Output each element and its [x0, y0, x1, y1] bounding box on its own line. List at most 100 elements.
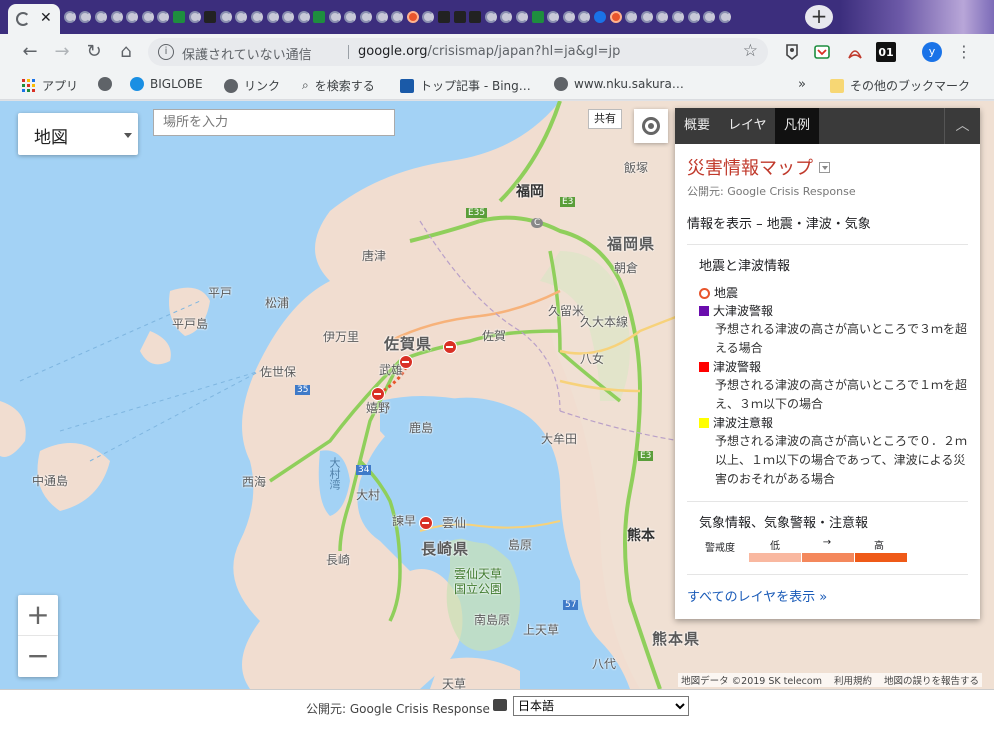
pinned-tab[interactable] [436, 9, 452, 25]
collapse-panel-icon[interactable]: ︿ [944, 108, 980, 144]
pinned-tab[interactable] [249, 9, 265, 25]
pinned-tab[interactable] [561, 9, 577, 25]
globe-icon [554, 77, 568, 91]
report-error-link[interactable]: 地図の誤りを報告する [884, 673, 979, 687]
language-select[interactable]: 日本語 [513, 696, 689, 716]
pinned-tab[interactable] [265, 9, 281, 25]
pinned-tab[interactable] [670, 9, 686, 25]
pinned-tab[interactable] [218, 9, 234, 25]
address-bar[interactable]: i 保護されていない通信 google.org/crisismap/japan?… [148, 38, 768, 66]
pinned-tab[interactable] [530, 9, 546, 25]
reload-icon[interactable]: ↻ [82, 40, 106, 64]
pinned-tab[interactable] [202, 9, 218, 25]
pinned-tab[interactable] [280, 9, 296, 25]
bookmark-globe[interactable] [98, 77, 118, 91]
new-tab-button[interactable]: + [805, 5, 833, 29]
pinned-tab[interactable] [608, 9, 624, 25]
pinned-tab[interactable] [140, 9, 156, 25]
pinned-tab[interactable] [124, 9, 140, 25]
pinned-tab[interactable] [592, 9, 608, 25]
pinned-tab[interactable] [358, 9, 374, 25]
location-search-input[interactable] [153, 109, 395, 136]
tab-favicon-icon [360, 11, 373, 23]
earthquake-marker[interactable] [371, 387, 385, 401]
pinned-tab[interactable] [171, 9, 187, 25]
pinned-tab[interactable] [109, 9, 125, 25]
pinned-tab[interactable] [655, 9, 671, 25]
pinned-tab[interactable] [577, 9, 593, 25]
earthquake-marker[interactable] [419, 516, 433, 530]
pinned-tab[interactable] [499, 9, 515, 25]
pinned-tab[interactable] [483, 9, 499, 25]
tab-favicon-icon [126, 11, 139, 23]
share-button[interactable]: 共有 [588, 109, 622, 129]
pinned-tab[interactable] [156, 9, 172, 25]
feedback-icon[interactable] [493, 699, 507, 711]
back-arrow-icon[interactable]: ← [18, 40, 42, 64]
pinned-tab[interactable] [78, 9, 94, 25]
pinned-tab[interactable] [545, 9, 561, 25]
map-label-karatsu: 唐津 [362, 249, 387, 263]
url-text[interactable]: google.org/crisismap/japan?hl=ja&gl=jp [358, 44, 620, 59]
pinned-tab[interactable] [686, 9, 702, 25]
pinned-tab[interactable] [701, 9, 717, 25]
terms-link[interactable]: 利用規約 [834, 673, 872, 687]
bookmark-apps[interactable]: アプリ [22, 77, 78, 94]
extension-bulb-icon[interactable] [782, 42, 802, 62]
extension-01-icon[interactable]: 01 [876, 42, 896, 62]
zoom-in-button[interactable]: + [18, 595, 58, 636]
forward-arrow-icon[interactable]: → [50, 40, 74, 64]
pinned-tab[interactable] [187, 9, 203, 25]
pinned-tab[interactable] [639, 9, 655, 25]
bookmark-link[interactable]: リンク [224, 77, 280, 94]
pinned-tab[interactable] [327, 9, 343, 25]
map-type-selector[interactable]: 地図 [18, 113, 138, 155]
title-dropdown-icon[interactable] [819, 161, 830, 173]
tab-strip: ✕ + [0, 0, 994, 34]
earthquake-marker[interactable] [443, 340, 457, 354]
pinned-tab[interactable] [467, 9, 483, 25]
info-icon[interactable]: i [158, 44, 174, 60]
pinned-tab[interactable] [452, 9, 468, 25]
extension-pocket-icon[interactable] [812, 42, 832, 62]
legend-item-earthquake: 地震 [699, 284, 968, 302]
tab-favicon-icon [453, 11, 466, 23]
tab-favicon-icon [313, 11, 326, 23]
bookmark-nku[interactable]: www.nku.sakura… [554, 77, 684, 91]
pinned-tab[interactable] [717, 9, 733, 25]
bookmark-biglobe[interactable]: BIGLOBE [130, 77, 203, 91]
tab-layers[interactable]: レイヤ [719, 108, 776, 144]
pinned-tab[interactable] [421, 9, 437, 25]
tab-favicon-icon [282, 11, 295, 23]
extension-acrobat-icon[interactable] [845, 42, 865, 62]
bookmark-search[interactable]: ⌕ を検索する [302, 77, 375, 94]
browser-menu-icon[interactable]: ⋮ [956, 42, 972, 61]
pinned-tab[interactable] [312, 9, 328, 25]
pinned-tab[interactable] [623, 9, 639, 25]
tab-legend[interactable]: 凡例 [775, 108, 820, 144]
earthquake-marker[interactable] [399, 355, 413, 369]
pinned-tab[interactable] [514, 9, 530, 25]
bookmark-star-icon[interactable]: ☆ [743, 41, 758, 61]
pinned-tab[interactable] [62, 9, 78, 25]
pinned-tab[interactable] [296, 9, 312, 25]
tab-overview[interactable]: 概要 [675, 108, 719, 144]
home-icon[interactable]: ⌂ [114, 40, 138, 64]
show-all-layers-link[interactable]: すべてのレイヤを表示 » [687, 586, 827, 605]
bookmark-bing[interactable]: トップ記事 - Bing… [400, 77, 531, 94]
tab-close-icon[interactable]: ✕ [40, 10, 52, 26]
pinned-tab[interactable] [389, 9, 405, 25]
bookmarks-overflow[interactable]: » [798, 77, 806, 92]
my-location-button[interactable] [634, 109, 668, 143]
active-tab[interactable]: ✕ [8, 4, 60, 34]
pinned-tab[interactable] [93, 9, 109, 25]
pinned-tab[interactable] [234, 9, 250, 25]
pinned-tab[interactable] [374, 9, 390, 25]
pinned-tab[interactable] [343, 9, 359, 25]
pinned-tab[interactable] [405, 9, 421, 25]
zoom-out-button[interactable]: − [18, 636, 58, 677]
bookmark-other-folder[interactable]: その他のブックマーク [830, 77, 970, 94]
profile-avatar[interactable]: y [922, 42, 942, 62]
map-label-asakura: 朝倉 [614, 261, 639, 275]
map-label-r34: 34 [356, 465, 372, 475]
